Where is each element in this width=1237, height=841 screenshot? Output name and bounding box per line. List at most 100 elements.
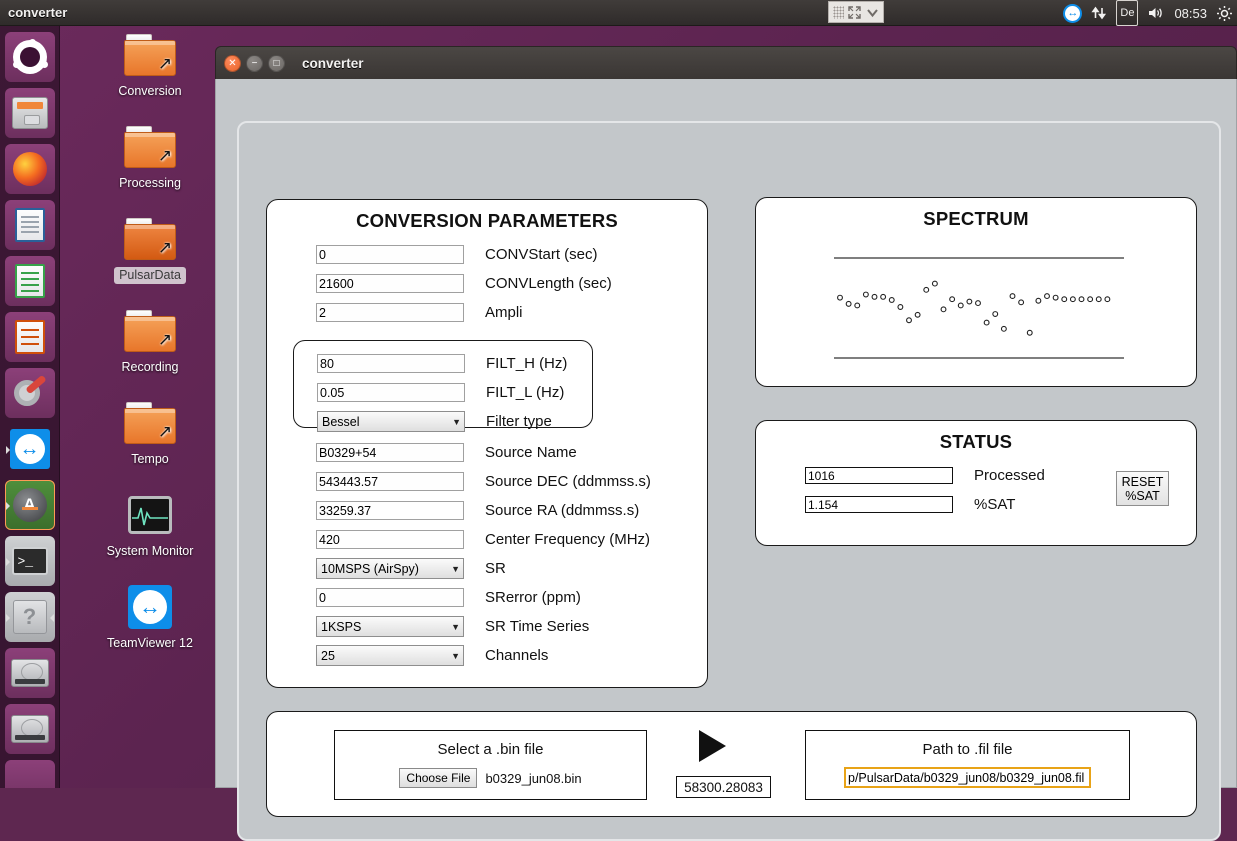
panel-window-controls[interactable] — [828, 1, 884, 23]
desktop-icon-tempo[interactable]: ↗ Tempo — [95, 398, 205, 468]
desktop-icon-conversion[interactable]: ↗ Conversion — [95, 30, 205, 100]
filter-type-value: Bessel — [322, 414, 360, 429]
desktop-icon-pulsardata[interactable]: ↗ PulsarData — [95, 214, 205, 284]
panel-app-title[interactable]: converter — [8, 5, 67, 20]
sr-select[interactable]: 10MSPS (AirSpy) ▼ — [316, 558, 464, 579]
top-panel: converter ↔ De 08:53 — [0, 0, 1237, 26]
window-titlebar[interactable]: ✕ − □ converter — [215, 46, 1237, 79]
desktop-icon-teamviewer-12[interactable]: ↔ TeamViewer 12 — [95, 582, 205, 652]
filt-l-input[interactable] — [317, 383, 465, 402]
desktop-icon-grid: ↗ Conversion ↗ Processing ↗ PulsarData ↗… — [95, 30, 215, 674]
choose-file-row: Choose File b0329_jun08.bin — [335, 768, 646, 788]
chevron-down-icon: ▼ — [451, 563, 460, 574]
libreoffice-impress-icon — [14, 320, 45, 354]
source-dec-input[interactable] — [316, 472, 464, 491]
folder-shortcut-icon: ↗ — [124, 218, 176, 260]
filt-h-label: FILT_H (Hz) — [486, 355, 568, 372]
source-name-input[interactable] — [316, 443, 464, 462]
sat-input[interactable] — [805, 496, 953, 513]
row-srerror: SRerror (ppm) — [316, 583, 707, 612]
chevron-down-icon[interactable] — [866, 6, 879, 19]
choose-file-button[interactable]: Choose File — [399, 768, 478, 788]
channels-value: 25 — [321, 648, 335, 663]
file-manager-icon — [11, 97, 48, 129]
mjd-value[interactable]: 58300.28083 — [676, 776, 771, 798]
processed-input[interactable] — [805, 467, 953, 484]
conversion-parameters-panel: CONVERSION PARAMETERS CONVStart (sec) CO… — [266, 199, 708, 688]
clock[interactable]: 08:53 — [1174, 0, 1207, 26]
desktop-icon-system-monitor[interactable]: System Monitor — [95, 490, 205, 560]
file-io-panel: Select a .bin file Choose File b0329_jun… — [266, 711, 1197, 817]
close-icon[interactable]: ✕ — [224, 54, 241, 72]
dot-grid-icon — [833, 5, 845, 19]
launcher-item-help[interactable]: ? — [4, 592, 55, 642]
system-tray: ↔ De 08:53 — [1063, 0, 1233, 26]
fil-path-input[interactable] — [844, 767, 1091, 788]
row-center-frequency: Center Frequency (MHz) — [316, 525, 707, 554]
window-body: CONVERSION PARAMETERS CONVStart (sec) CO… — [215, 79, 1237, 841]
launcher-item-firefox[interactable] — [4, 144, 55, 194]
launcher-item-libreoffice-calc[interactable] — [4, 256, 55, 306]
gear-wrench-icon — [13, 374, 47, 409]
channels-select[interactable]: 25 ▼ — [316, 645, 464, 666]
maximize-icon[interactable]: □ — [268, 54, 285, 72]
source-ra-input[interactable] — [316, 501, 464, 520]
channels-label: Channels — [485, 647, 549, 664]
sr-time-series-label: SR Time Series — [485, 618, 590, 635]
desktop-icon-recording[interactable]: ↗ Recording — [95, 306, 205, 376]
conversion-parameters-title: CONVERSION PARAMETERS — [356, 210, 618, 231]
convstart-input[interactable] — [316, 245, 464, 264]
launcher-item-files[interactable] — [4, 88, 55, 138]
keyboard-layout-indicator[interactable]: De — [1116, 0, 1139, 26]
network-updown-icon[interactable] — [1091, 0, 1107, 26]
desktop-icon-label: Tempo — [131, 452, 169, 466]
desktop-icon-processing[interactable]: ↗ Processing — [95, 122, 205, 192]
desktop-icon-label: System Monitor — [106, 544, 194, 558]
launcher-item-system-settings[interactable] — [4, 368, 55, 418]
gear-cog-icon[interactable] — [1216, 0, 1233, 26]
folder-shortcut-icon: ↗ — [124, 402, 176, 444]
tray-teamviewer-icon[interactable]: ↔ — [1063, 0, 1083, 26]
launcher-item-libreoffice-writer[interactable] — [4, 200, 55, 250]
desktop-icon-label: TeamViewer 12 — [107, 636, 193, 650]
hard-disk-icon — [10, 715, 49, 743]
minimize-icon[interactable]: − — [246, 54, 263, 72]
chevron-down-icon: ▼ — [452, 416, 461, 427]
row-filter-type: Bessel ▼ Filter type — [317, 407, 592, 436]
launcher-item-ubuntu-dash[interactable] — [4, 32, 55, 82]
ubuntu-logo-icon — [12, 39, 48, 74]
convlength-input[interactable] — [316, 274, 464, 293]
sr-time-series-select[interactable]: 1KSPS ▼ — [316, 616, 464, 637]
center-frequency-input[interactable] — [316, 530, 464, 549]
volume-icon[interactable] — [1147, 0, 1165, 26]
terminal-icon: >_ — [11, 547, 48, 575]
system-monitor-icon — [128, 496, 172, 534]
row-source-name: Source Name — [316, 438, 707, 467]
launcher-item-disk-1[interactable] — [4, 648, 55, 698]
teamviewer-icon: ↔ — [9, 429, 50, 469]
launcher-item-disk-3[interactable] — [4, 760, 55, 788]
launcher-item-terminal[interactable]: >_ — [4, 536, 55, 586]
srerror-input[interactable] — [316, 588, 464, 607]
bin-file-box: Select a .bin file Choose File b0329_jun… — [334, 730, 647, 800]
row-convlength: CONVLength (sec) — [316, 269, 707, 298]
filt-h-input[interactable] — [317, 354, 465, 373]
firefox-icon — [12, 152, 47, 186]
filter-type-select[interactable]: Bessel ▼ — [317, 411, 465, 432]
status-panel: STATUS Processed %SAT RESET %SAT — [755, 420, 1197, 546]
launcher-item-libreoffice-impress[interactable] — [4, 312, 55, 362]
folder-shortcut-icon: ↗ — [124, 34, 176, 76]
launcher-item-disk-2[interactable] — [4, 704, 55, 754]
srerror-label: SRerror (ppm) — [485, 589, 581, 606]
sr-time-series-value: 1KSPS — [321, 619, 362, 634]
row-source-dec: Source DEC (ddmmss.s) — [316, 467, 707, 496]
launcher-item-teamviewer[interactable]: ↔ — [5, 424, 55, 474]
reset-sat-button[interactable]: RESET %SAT — [1116, 471, 1169, 506]
expand-icon[interactable] — [848, 5, 862, 19]
app-content-shell: CONVERSION PARAMETERS CONVStart (sec) CO… — [237, 121, 1221, 841]
play-triangle-icon[interactable] — [699, 730, 726, 762]
fil-file-box: Path to .fil file — [805, 730, 1130, 800]
ampli-input[interactable] — [316, 303, 464, 322]
fil-box-title: Path to .fil file — [922, 741, 1013, 758]
launcher-item-software-updater[interactable]: A — [4, 480, 55, 530]
